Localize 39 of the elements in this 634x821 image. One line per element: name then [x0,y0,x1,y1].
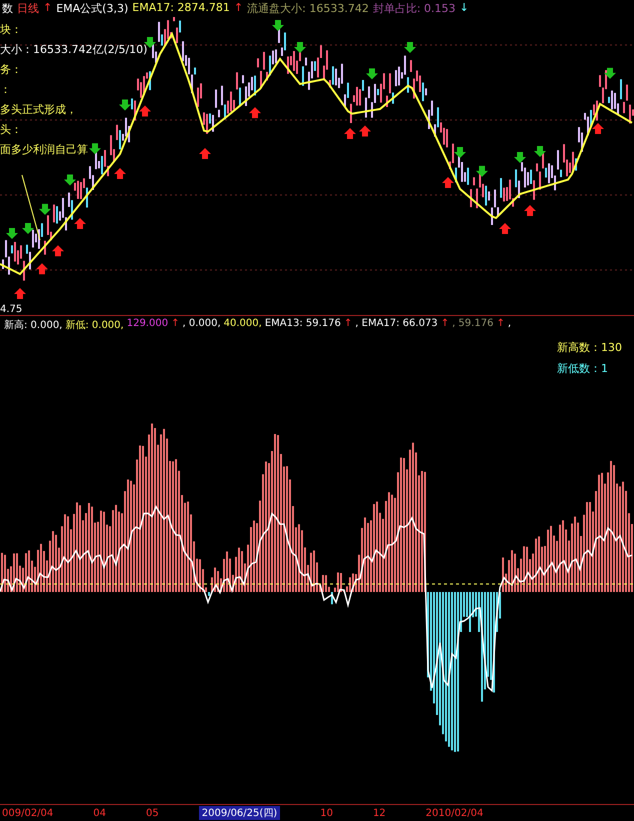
legend-label: , 0.000, [182,318,221,331]
header-label: 封单占比: 0.153 [372,1,456,16]
count-label: 新高数：130 [557,340,622,355]
date-label: 12 [372,808,386,818]
note-text: ： [0,82,12,98]
date-label: 009/02/04 [2,808,54,818]
note-text: 面多少利润自己算 [0,142,89,158]
legend-label: ↑ [171,318,180,331]
legend-label: , EMA17: 66.073 [355,318,438,331]
header-label: EMA公式(3,3) [56,1,128,16]
legend-label: 129.000 [126,318,168,331]
legend-label: 新高: 0.000, [4,318,62,332]
note-text: 块： [0,22,23,38]
header-label: EMA17: 2874.781 [132,1,230,16]
legend-label: , 59.176 [452,318,494,331]
price-axis-label: 4.75 [0,304,22,315]
date-label: 2009/06/25(四) [198,806,280,820]
header-label: ↑ [234,1,244,16]
date-label: 05 [146,808,159,818]
header-label: 数 [2,1,13,16]
legend-label: ↑ [344,318,352,331]
header-label: 日线 [17,1,39,16]
legend-label: ↑ [440,318,450,331]
legend-label: 40.000, [224,318,262,331]
legend-label: 新低: 0.000, [65,318,124,332]
count-label: 新低数：1 [557,361,609,376]
legend-label: EMA13: 59.176 [264,318,341,331]
header-label: ↑ [43,1,52,16]
note-text: 头： [0,122,23,138]
legend-label: , [508,318,512,331]
date-label: 04 [93,808,106,818]
legend-label: ↑ [496,318,505,331]
note-text: 大小：16533.742亿(2/5/10) [0,42,148,58]
header-label: 流通盘大小: 16533.742 [247,1,369,16]
note-text: 务： [0,62,23,78]
date-label: 2010/02/04 [426,808,484,818]
date-label: 10 [320,808,333,818]
header-label: ↓ [460,1,469,16]
note-text: 多头正式形成， [0,102,78,118]
